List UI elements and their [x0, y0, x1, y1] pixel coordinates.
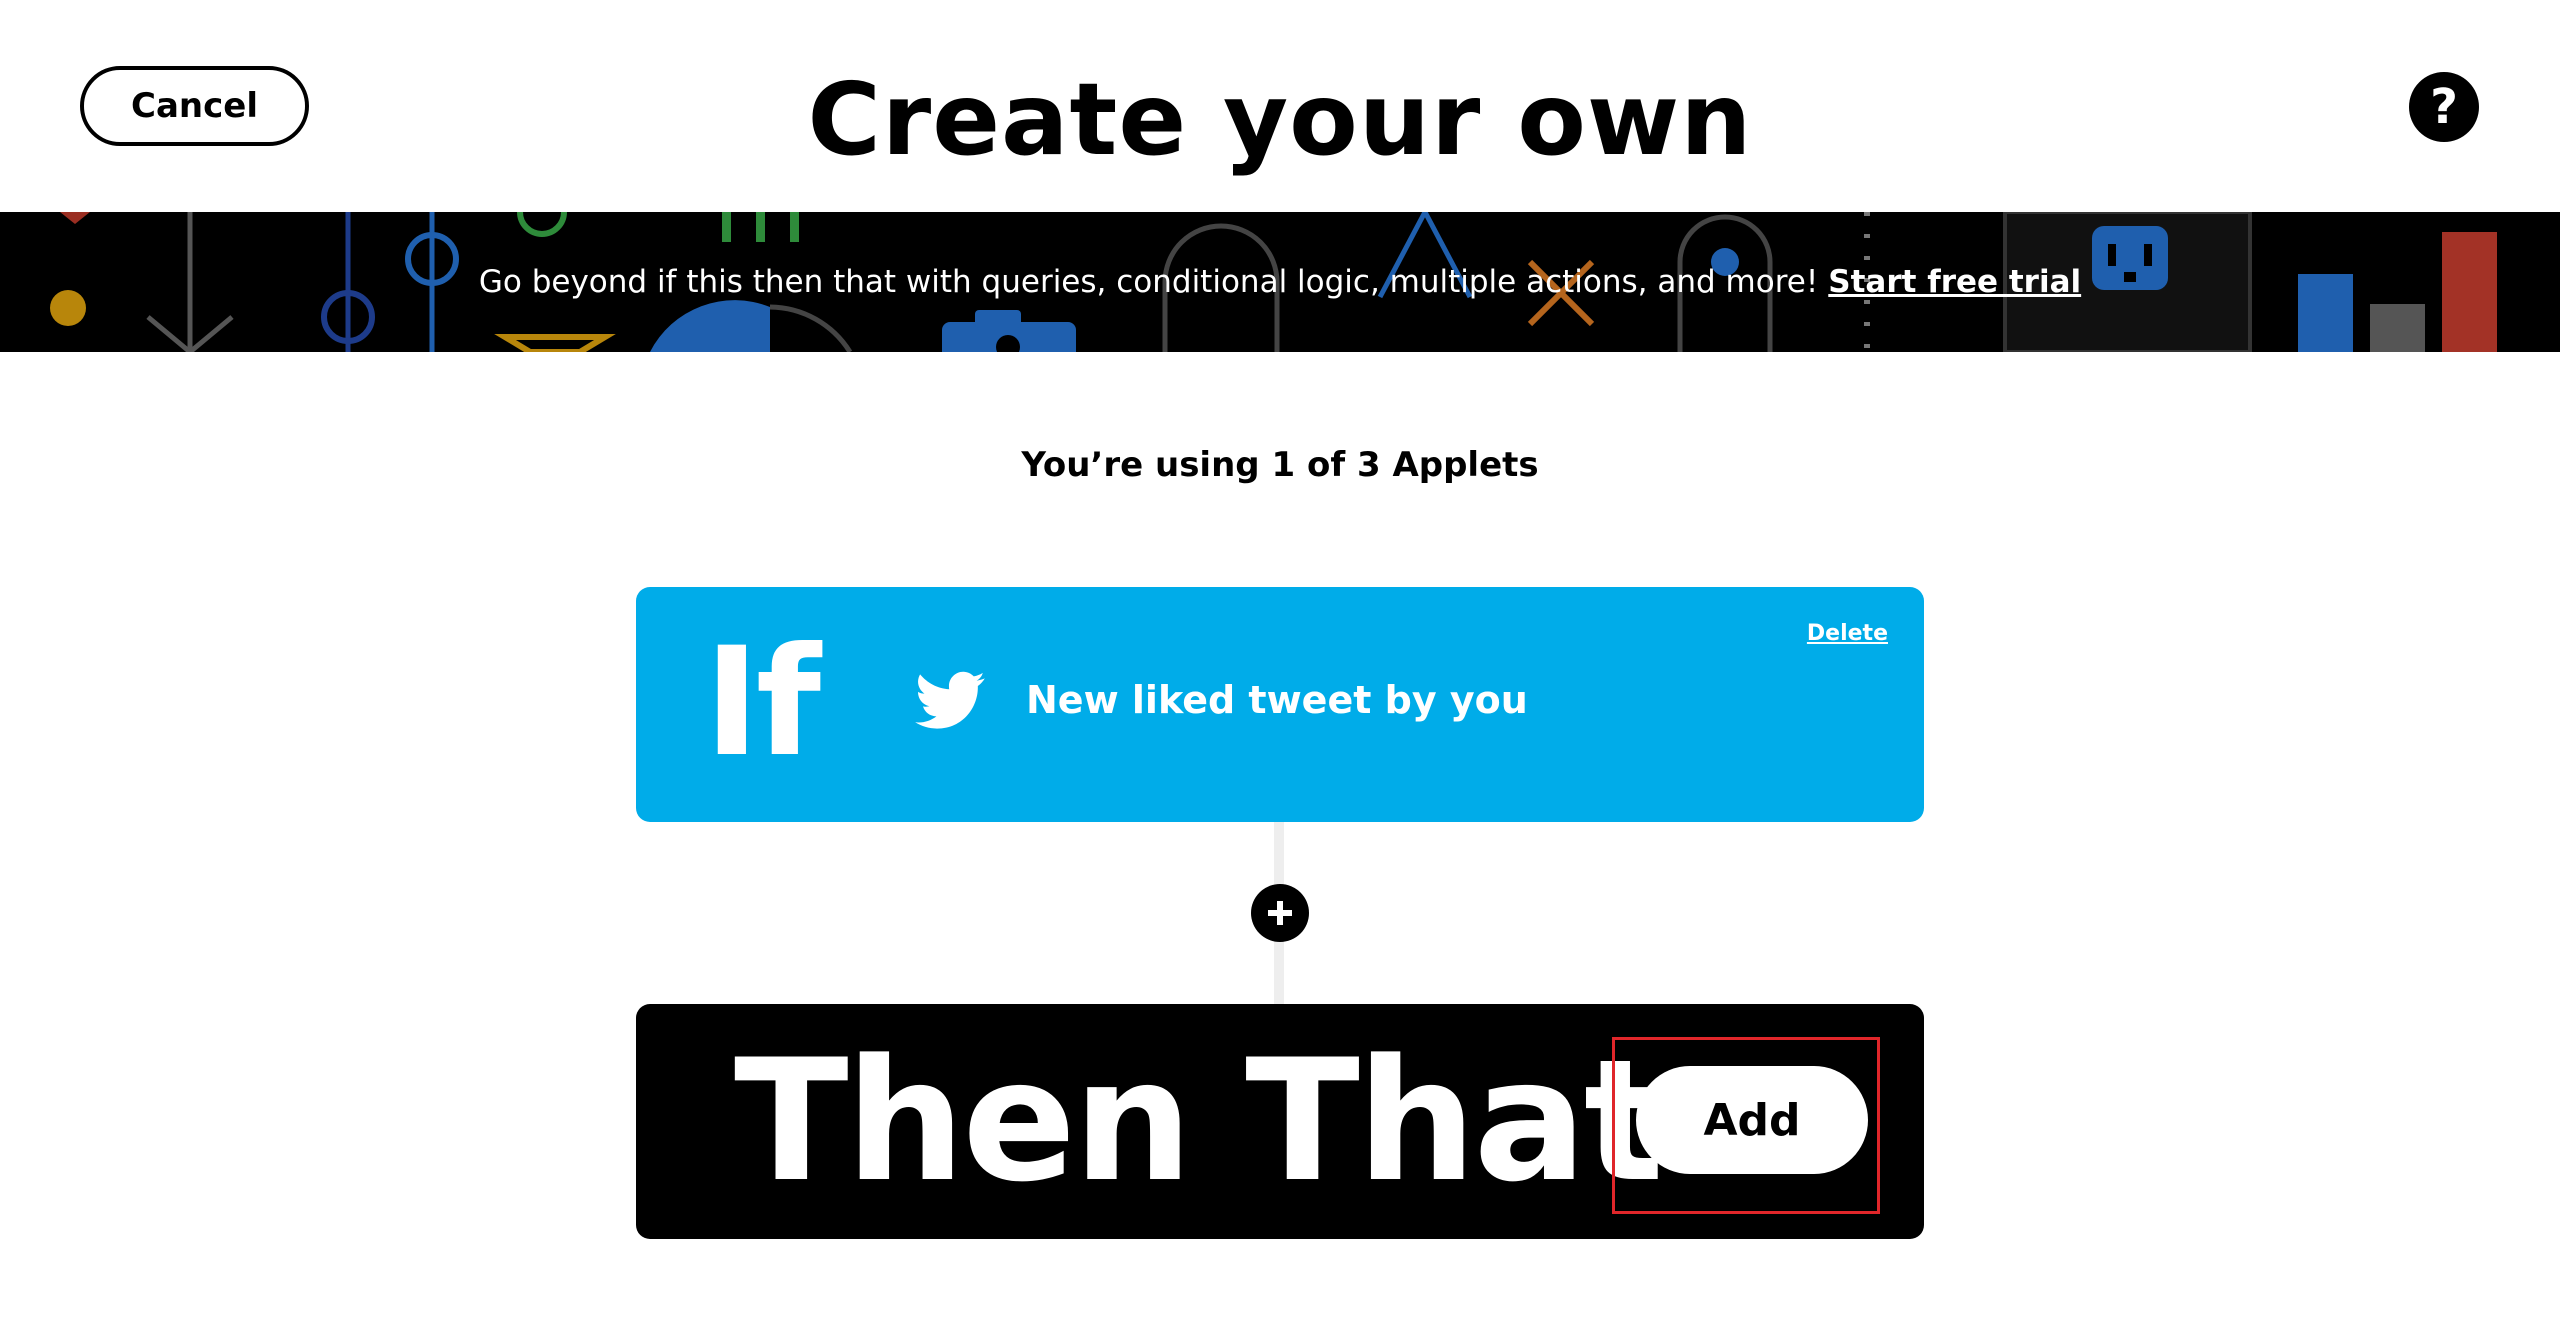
if-trigger-card[interactable]: If New liked tweet by you Delete: [636, 587, 1924, 822]
help-icon[interactable]: ?: [2409, 72, 2479, 142]
start-free-trial-link[interactable]: Start free trial: [1828, 264, 2081, 300]
if-keyword: If: [704, 616, 821, 790]
page-header: Cancel Create your own ?: [0, 0, 2560, 212]
applet-usage-text: You’re using 1 of 3 Applets: [1021, 445, 1539, 485]
promo-banner: Go beyond if this then that with queries…: [0, 212, 2560, 352]
then-that-keyword: Then That: [734, 1023, 1664, 1219]
banner-text: Go beyond if this then that with queries…: [478, 264, 1819, 300]
then-action-card: Then That Add: [636, 1004, 1924, 1239]
add-action-button[interactable]: Add: [1636, 1066, 1868, 1174]
add-step-button[interactable]: [1251, 884, 1309, 942]
plus-icon: [1268, 901, 1292, 925]
page-title: Create your own: [807, 61, 1753, 178]
twitter-icon: [915, 671, 985, 729]
banner-message: Go beyond if this then that with queries…: [0, 212, 2560, 352]
delete-trigger-link[interactable]: Delete: [1807, 621, 1888, 646]
trigger-label: New liked tweet by you: [1026, 678, 1528, 722]
